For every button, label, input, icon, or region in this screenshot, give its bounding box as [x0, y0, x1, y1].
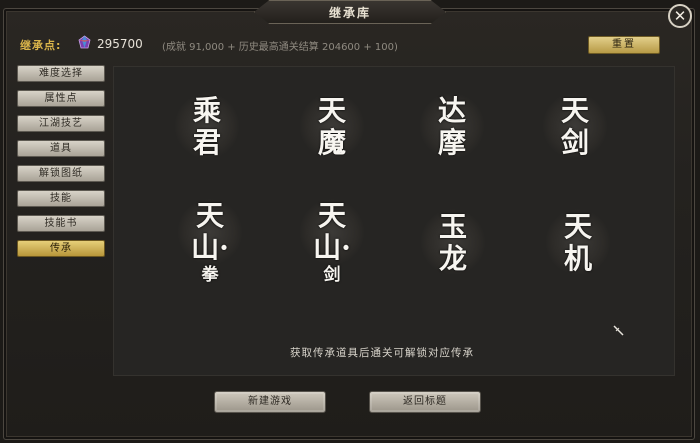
- sidebar-item-skill-books[interactable]: 技能书: [17, 215, 105, 232]
- window-title: 继承库: [328, 5, 371, 20]
- return-title-button[interactable]: 返回标题: [369, 391, 481, 413]
- legacy-name-line2: 剑: [560, 126, 589, 159]
- legacy-name-line1: 达: [437, 94, 466, 127]
- legacy-name-line1: 天: [317, 94, 346, 127]
- legacy-tile[interactable]: 天 机: [540, 205, 616, 281]
- legacy-name-sub: 拳: [201, 265, 219, 285]
- legacy-name-line2: 君: [192, 126, 221, 159]
- points-formula: (成就 91,000 + 历史最高通关结算 204600 + 100): [162, 42, 398, 53]
- legacy-name-line1: 天: [195, 199, 224, 232]
- sidebar-item-blueprints[interactable]: 解锁图纸: [17, 165, 105, 182]
- legacy-name-line1: 天: [563, 210, 592, 243]
- legacy-name-line1: 乘: [192, 94, 221, 127]
- legacy-hint-text: 获取传承道具后通关可解锁对应传承: [290, 347, 474, 359]
- sword-cursor-icon: [613, 325, 624, 336]
- sidebar-item-legacy[interactable]: 传承: [17, 240, 105, 257]
- legacy-name-line2: 龙: [438, 242, 467, 275]
- legacy-name-line2: 机: [563, 242, 592, 275]
- sidebar-item-skills[interactable]: 技能: [17, 190, 105, 207]
- legacy-name-line2: 山·: [191, 231, 229, 264]
- gem-icon: [78, 35, 91, 49]
- legacy-tile[interactable]: 天 山· 剑: [294, 195, 370, 291]
- legacy-tile[interactable]: 天 剑: [537, 89, 613, 165]
- legacy-tile[interactable]: 玉 龙: [415, 205, 491, 281]
- category-sidebar: 难度选择 属性点 江湖技艺 道具 解锁图纸 技能 技能书 传承: [17, 65, 105, 265]
- sidebar-item-jianghu-skills[interactable]: 江湖技艺: [17, 115, 105, 132]
- legacy-grid-panel: 乘 君 天 魔 达 摩 天 剑 天 山· 拳 天 山· 剑 玉 龙 天 机: [113, 66, 675, 376]
- legacy-tile[interactable]: 天 魔: [294, 89, 370, 165]
- sidebar-item-difficulty[interactable]: 难度选择: [17, 65, 105, 82]
- sidebar-item-attribute-points[interactable]: 属性点: [17, 90, 105, 107]
- legacy-tile[interactable]: 达 摩: [414, 89, 490, 165]
- legacy-tile[interactable]: 乘 君: [169, 89, 245, 165]
- legacy-name-line1: 天: [560, 94, 589, 127]
- legacy-name-sub: 剑: [323, 265, 341, 285]
- inheritance-points-value: 295700: [97, 37, 143, 51]
- new-game-button[interactable]: 新建游戏: [214, 391, 326, 413]
- legacy-name-line2: 摩: [437, 126, 466, 159]
- sidebar-item-items[interactable]: 道具: [17, 140, 105, 157]
- inheritance-points-label: 继承点:: [20, 39, 62, 52]
- legacy-name-line1: 玉: [438, 210, 467, 243]
- window-title-plate: 继承库: [254, 0, 446, 24]
- legacy-name-line2: 魔: [317, 126, 346, 159]
- close-icon[interactable]: ✕: [668, 4, 692, 28]
- legacy-tile[interactable]: 天 山· 拳: [172, 195, 248, 291]
- reset-button[interactable]: 重置: [588, 36, 660, 54]
- legacy-name-line1: 天: [317, 199, 346, 232]
- legacy-name-line2: 山·: [313, 231, 351, 264]
